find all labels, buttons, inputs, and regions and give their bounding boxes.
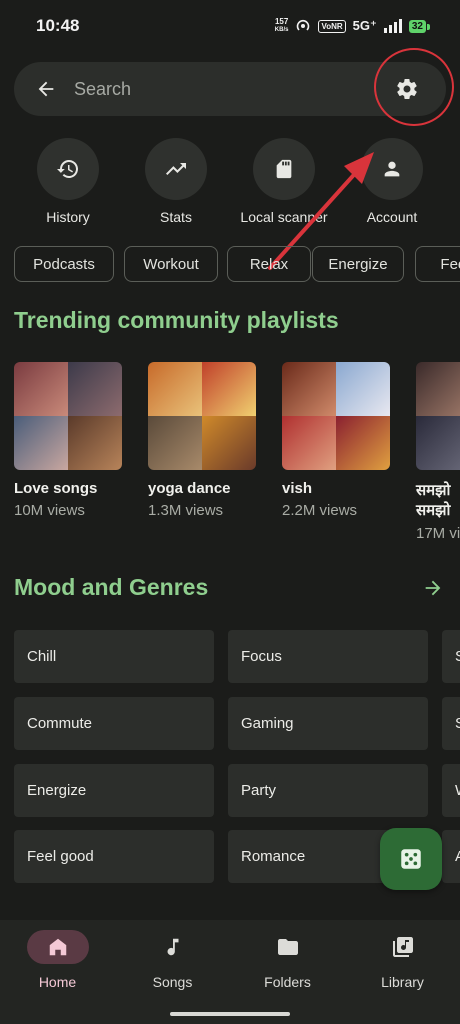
- home-indicator: [170, 1012, 290, 1016]
- genre-button[interactable]: Feel good: [14, 830, 214, 883]
- nav-library[interactable]: Library: [345, 930, 460, 990]
- genre-button[interactable]: Focus: [228, 630, 428, 683]
- shuffle-fab[interactable]: [380, 828, 442, 890]
- playlist-card[interactable]: yoga dance 1.3M views: [148, 362, 256, 519]
- trending-title: Trending community playlists: [14, 307, 339, 333]
- music-note-icon[interactable]: [142, 930, 204, 964]
- nav-home-label: Home: [38, 974, 77, 990]
- folder-icon[interactable]: [257, 930, 319, 964]
- chip-podcasts[interactable]: Podcasts: [14, 246, 114, 282]
- chip-relax[interactable]: Relax: [227, 246, 311, 282]
- playlist-card[interactable]: Love songs 10M views: [14, 362, 122, 519]
- library-icon[interactable]: [372, 930, 434, 964]
- playlist-cover: [14, 362, 122, 470]
- playlist-views: 1.3M views: [148, 502, 224, 519]
- genre-button[interactable]: Commute: [14, 697, 214, 750]
- playlist-card[interactable]: vish 2.2M views: [282, 362, 390, 519]
- playlist-carousel: Love songs 10M views yoga dance 1.3M vie…: [14, 362, 460, 552]
- genre-button[interactable]: S: [442, 697, 460, 750]
- playlist-title: Love songs: [14, 480, 98, 497]
- playlist-cover: [148, 362, 256, 470]
- playlist-title: yoga dance: [148, 480, 231, 497]
- playlist-card[interactable]: समझो समझो 17M vi: [416, 362, 460, 542]
- chip-workout[interactable]: Workout: [124, 246, 218, 282]
- dice-icon: [401, 849, 421, 869]
- nav-library-label: Library: [381, 974, 424, 990]
- nav-folders[interactable]: Folders: [230, 930, 345, 990]
- genre-button[interactable]: Gaming: [228, 697, 428, 750]
- genre-button[interactable]: A: [442, 830, 460, 883]
- genre-button[interactable]: S: [442, 630, 460, 683]
- playlist-views: 17M vi: [416, 525, 460, 542]
- playlist-title: समझो: [416, 482, 451, 499]
- playlist-title: vish: [282, 480, 313, 497]
- playlist-views: 2.2M views: [282, 502, 358, 519]
- playlist-cover: [282, 362, 390, 470]
- nav-songs-label: Songs: [152, 974, 193, 990]
- chip-feel[interactable]: Feel: [415, 246, 460, 282]
- mood-genres-title: Mood and Genres: [14, 574, 209, 600]
- home-icon[interactable]: [26, 930, 89, 964]
- nav-folders-label: Folders: [264, 974, 311, 990]
- playlist-subtitle: समझो: [416, 502, 451, 519]
- genre-button[interactable]: Party: [228, 764, 428, 817]
- genre-button[interactable]: Chill: [14, 630, 214, 683]
- nav-songs[interactable]: Songs: [115, 930, 230, 990]
- playlist-views: 10M views: [14, 502, 85, 519]
- chip-energize[interactable]: Energize: [312, 246, 404, 282]
- genre-button[interactable]: Energize: [14, 764, 214, 817]
- genre-button[interactable]: W: [442, 764, 460, 817]
- playlist-cover: [416, 362, 460, 470]
- filter-chips: Podcasts Workout Relax Energize Feel: [14, 246, 460, 282]
- nav-home[interactable]: Home: [0, 930, 115, 990]
- bottom-nav: Home Songs Folders Library: [0, 920, 460, 1024]
- arrow-right-icon[interactable]: [420, 575, 446, 601]
